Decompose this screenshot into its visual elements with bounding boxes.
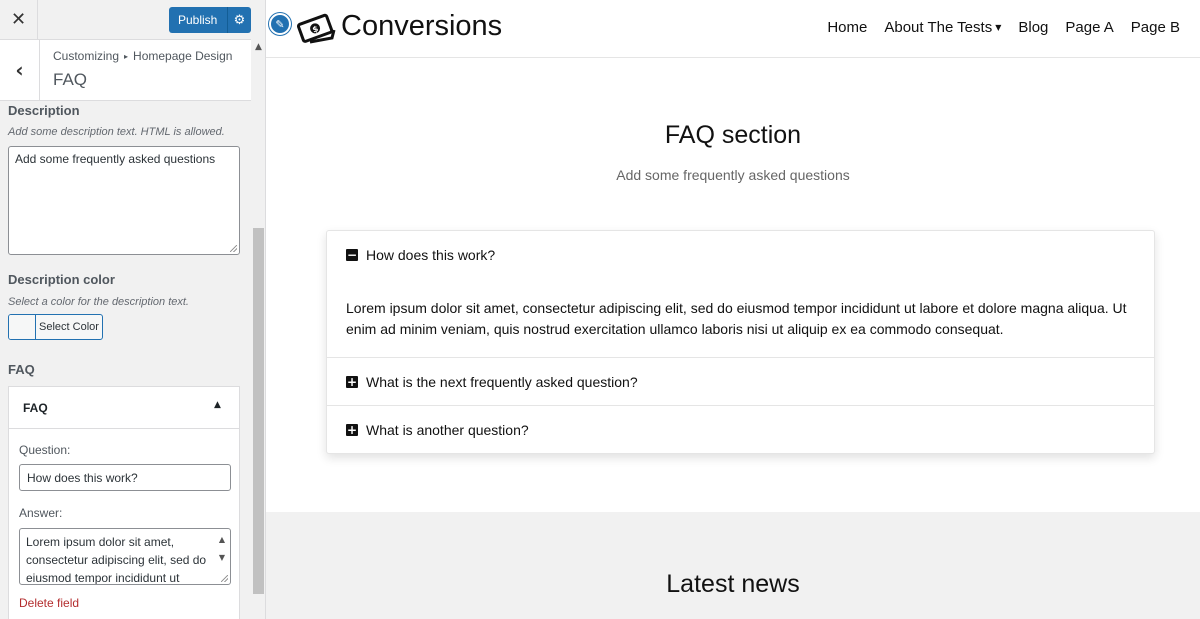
breadcrumb-separator-icon: ▸: [124, 52, 129, 61]
menu-item-page-b[interactable]: Page B: [1131, 19, 1180, 36]
accordion-toggle[interactable]: + What is the next frequently asked ques…: [346, 374, 638, 390]
scroll-up-icon[interactable]: ▲: [251, 40, 265, 54]
faq-section-title: FAQ section: [664, 121, 802, 149]
faq-panel-title: FAQ: [23, 401, 48, 415]
accordion-answer: Lorem ipsum dolor sit amet, consectetur …: [346, 300, 1127, 337]
resize-handle[interactable]: [230, 245, 237, 252]
section-header: ‹ Customizing ▸ Homepage Design FAQ: [0, 40, 251, 101]
menu-item-page-a[interactable]: Page A: [1065, 19, 1113, 36]
close-icon: ✕: [10, 9, 27, 30]
menu-item-about-the-tests[interactable]: About The Tests ▼: [884, 19, 1001, 36]
question-input[interactable]: How does this work?: [19, 464, 231, 491]
menu-item-home[interactable]: Home: [827, 19, 867, 36]
delete-field-link[interactable]: Delete field: [19, 596, 79, 610]
latest-news-section: Latest news: [266, 512, 1200, 619]
faq-section-subtitle: Add some frequently asked questions: [616, 167, 850, 183]
money-logo-icon[interactable]: $: [294, 8, 338, 48]
description-color-help: Select a color for the description text.: [8, 296, 189, 308]
main-menu: Home About The Tests ▼ Blog Page A Page B: [810, 19, 1180, 36]
description-textarea[interactable]: Add some frequently asked questions: [8, 146, 240, 255]
accordion-item: − How does this work? Lorem ipsum dolor …: [327, 231, 1154, 358]
pencil-icon[interactable]: ✎: [269, 13, 291, 35]
description-value: Add some frequently asked questions: [15, 152, 216, 166]
faq-panel-header[interactable]: FAQ ▲: [9, 387, 239, 429]
minus-square-icon: −: [346, 248, 358, 262]
description-color-label: Description color: [8, 272, 115, 287]
description-help: Add some description text. HTML is allow…: [8, 126, 225, 138]
customizer-sidebar: ✕ Publish ⚙ ‹ Customizing ▸ Homepage Desig…: [0, 0, 266, 619]
caret-up-icon[interactable]: ▲: [214, 400, 221, 410]
back-button[interactable]: ‹: [0, 40, 40, 100]
accordion-item: + What is the next frequently asked ques…: [327, 358, 1154, 406]
menu-item-blog[interactable]: Blog: [1018, 19, 1048, 36]
breadcrumb-parent: Homepage Design: [133, 49, 233, 63]
resize-handle[interactable]: [221, 575, 228, 582]
color-swatch: [9, 315, 36, 339]
breadcrumb: Customizing ▸ Homepage Design: [53, 49, 232, 63]
description-label: Description: [8, 103, 80, 118]
accordion-question: How does this work?: [366, 247, 496, 263]
scrollbar-thumb[interactable]: [253, 228, 264, 594]
answer-textarea[interactable]: Lorem ipsum dolor sit amet, consectetur …: [19, 528, 231, 585]
customizer-header: ✕ Publish ⚙: [0, 0, 251, 40]
answer-label: Answer:: [19, 506, 63, 520]
faq-repeater-panel: FAQ ▲ Question: How does this work? Answ…: [8, 386, 240, 619]
plus-square-icon: +: [346, 375, 358, 389]
plus-square-icon: +: [346, 423, 358, 437]
accordion-question: What is another question?: [366, 422, 529, 438]
caret-down-icon: ▼: [995, 23, 1002, 32]
select-color-label: Select Color: [39, 321, 99, 333]
accordion-toggle[interactable]: − How does this work?: [346, 247, 495, 263]
chevron-left-icon: ‹: [15, 58, 24, 82]
site-header: ✎ $ Conversions Home About The Tests ▼ Bl…: [266, 0, 1200, 58]
answer-value: Lorem ipsum dolor sit amet, consectetur …: [26, 535, 207, 585]
select-color-button[interactable]: Select Color: [8, 314, 103, 340]
question-label: Question:: [19, 443, 71, 457]
site-preview: ✎ $ Conversions Home About The Tests ▼ Bl…: [266, 0, 1200, 619]
gear-icon[interactable]: ⚙: [227, 7, 251, 33]
section-title: FAQ: [53, 70, 88, 89]
close-button[interactable]: ✕: [0, 0, 38, 39]
breadcrumb-root: Customizing: [53, 49, 120, 63]
faq-accordion: − How does this work? Lorem ipsum dolor …: [326, 230, 1155, 454]
sidebar-scrollbar[interactable]: ▲: [251, 40, 265, 619]
accordion-item: + What is another question?: [327, 406, 1154, 453]
site-brand[interactable]: Conversions: [341, 10, 502, 43]
menu-item-label: About The Tests: [884, 19, 993, 36]
accordion-toggle[interactable]: + What is another question?: [346, 422, 529, 438]
publish-label: Publish: [178, 13, 218, 27]
accordion-question: What is the next frequently asked questi…: [366, 374, 638, 390]
latest-news-title: Latest news: [666, 570, 800, 598]
faq-control-label: FAQ: [8, 362, 35, 377]
textarea-scroll-arrows[interactable]: ▲ ▼: [216, 531, 228, 571]
publish-button[interactable]: Publish ⚙: [169, 7, 251, 33]
